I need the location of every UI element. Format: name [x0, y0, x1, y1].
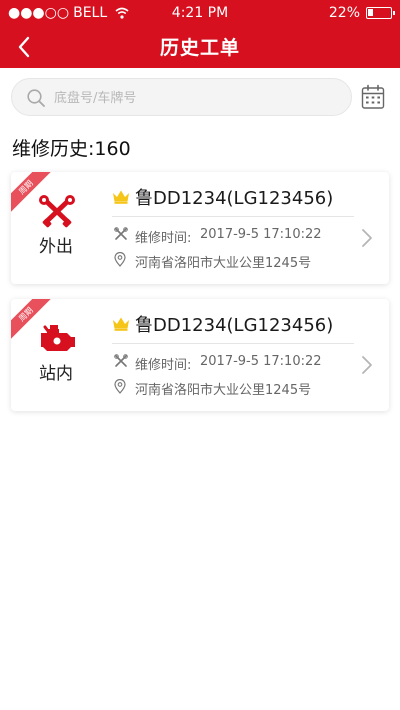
plate-number: 鲁DD1234(LG123456) — [135, 315, 334, 336]
status-right: 22% — [328, 5, 395, 21]
chevron-right-icon[interactable] — [361, 355, 373, 375]
repair-time-value: 2017-9-5 17:10:22 — [200, 227, 322, 242]
repair-time-label: 维修时间: — [135, 231, 192, 246]
crown-icon — [113, 190, 129, 204]
page-title: 历史工单 — [159, 37, 240, 59]
repair-type-label: 外出 — [39, 237, 73, 257]
location-pin-icon — [114, 379, 126, 394]
history-count-title: 维修历史:160 — [12, 138, 131, 160]
search-box[interactable] — [11, 78, 352, 116]
app-header: ●●●○○ BELL 4:21 PM 22% 历史工单 — [0, 0, 400, 68]
repair-record-card[interactable]: 周期 站内 鲁DD1234(LG123456) 维修时间: 2017-9-5 1… — [11, 299, 389, 411]
battery-percent: 22% — [328, 5, 360, 21]
repair-time-value: 2017-9-5 17:10:22 — [200, 354, 322, 369]
battery-fill — [368, 9, 373, 16]
wrench-icon — [114, 227, 128, 240]
search-input[interactable] — [54, 87, 334, 109]
crown-icon — [113, 317, 129, 331]
crossed-tools-icon — [39, 195, 75, 228]
repair-address: 河南省洛阳市大业公里1245号 — [135, 383, 312, 398]
repair-time-label: 维修时间: — [135, 358, 192, 373]
battery-icon — [366, 7, 395, 19]
wrench-icon — [114, 354, 128, 367]
nav-bar: 历史工单 — [0, 26, 400, 68]
repair-record-card[interactable]: 周期 外出 鲁DD1234(LG123456) 维修时间: 2017-9-5 1… — [11, 172, 389, 284]
location-pin-icon — [114, 252, 126, 267]
chevron-right-icon[interactable] — [361, 228, 373, 248]
calendar-icon[interactable] — [361, 84, 385, 110]
repair-address: 河南省洛阳市大业公里1245号 — [135, 256, 312, 271]
search-row — [0, 78, 400, 118]
divider — [112, 216, 354, 217]
search-icon — [27, 89, 45, 107]
divider — [112, 343, 354, 344]
status-bar: ●●●○○ BELL 4:21 PM 22% — [0, 0, 400, 26]
engine-icon — [41, 325, 75, 351]
repair-type-label: 站内 — [39, 364, 73, 384]
plate-number: 鲁DD1234(LG123456) — [135, 188, 334, 209]
